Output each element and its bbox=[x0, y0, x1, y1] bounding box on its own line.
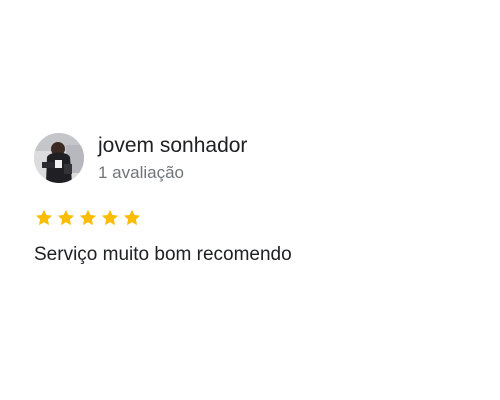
star-icon bbox=[101, 209, 119, 226]
star-icon bbox=[57, 209, 75, 226]
review-count[interactable]: 1 avaliação bbox=[98, 162, 184, 184]
author-name[interactable]: jovem sonhador bbox=[98, 133, 247, 159]
review-card: jovem sonhador 1 avaliação Serviço muito… bbox=[0, 0, 500, 400]
avatar[interactable] bbox=[34, 133, 84, 183]
star-icon bbox=[35, 209, 53, 226]
profile-photo-image bbox=[34, 133, 84, 183]
star-rating bbox=[34, 208, 142, 228]
review-text: Serviço muito bom recomendo bbox=[34, 244, 292, 265]
star-icon bbox=[123, 209, 141, 226]
star-icon bbox=[79, 209, 97, 226]
